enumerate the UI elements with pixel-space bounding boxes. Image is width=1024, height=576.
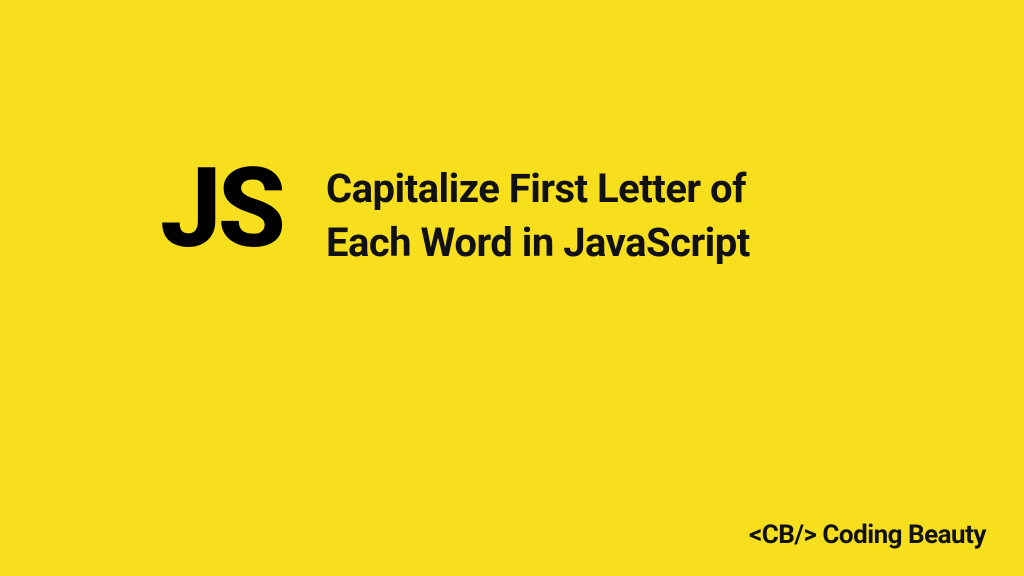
- main-content: JS Capitalize First Letter of Each Word …: [160, 162, 826, 270]
- article-title: Capitalize First Letter of Each Word in …: [326, 162, 826, 270]
- brand-footer: <CB/> Coding Beauty: [749, 520, 986, 550]
- js-badge: JS: [160, 154, 282, 264]
